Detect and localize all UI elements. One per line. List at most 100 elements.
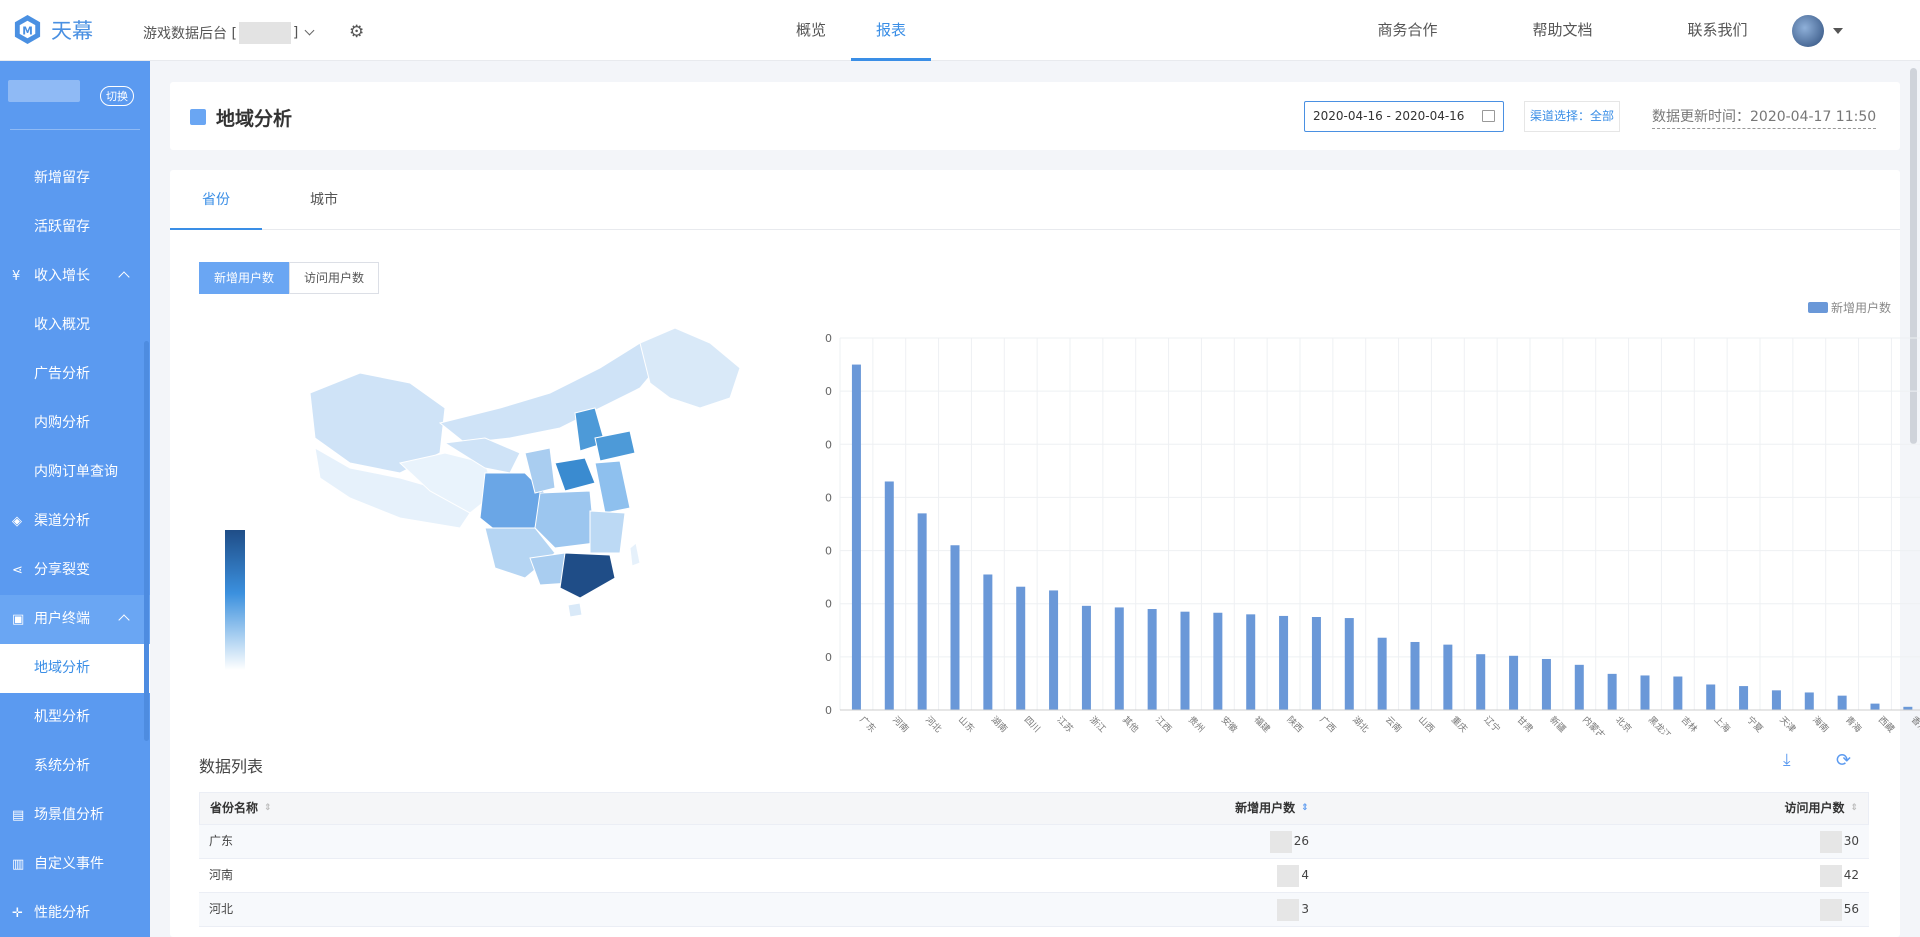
col-header-visits[interactable]: 访问用户数 ⇕ xyxy=(1309,793,1868,824)
sidebar-item-order-query[interactable]: 内购订单查询 xyxy=(0,448,150,497)
tab-city[interactable]: 城市 xyxy=(278,170,370,230)
bar-内蒙古[interactable] xyxy=(1574,664,1584,710)
bar-山东[interactable] xyxy=(950,545,960,710)
scene-icon: ▤ xyxy=(12,808,25,823)
table-row[interactable]: 河南 4 42 xyxy=(199,859,1869,893)
table-row[interactable]: 广东 26 30 xyxy=(199,825,1869,859)
sidebar-group-performance[interactable]: ✛ 性能分析 xyxy=(0,889,150,937)
sort-icon[interactable]: ⇕ xyxy=(1850,793,1858,824)
nav-tab-reports[interactable]: 报表 xyxy=(851,0,932,61)
china-map[interactable] xyxy=(270,313,820,663)
app-title-prefix: 游戏数据后台 [ xyxy=(143,26,237,42)
map-region-inner-mongolia xyxy=(438,342,666,444)
bar-其他[interactable] xyxy=(1114,607,1124,710)
bar-海南[interactable] xyxy=(1804,692,1814,710)
caret-down-icon[interactable] xyxy=(1833,28,1843,34)
nav-tab-overview[interactable]: 概览 xyxy=(771,0,851,61)
cell-value: 26 xyxy=(1293,834,1309,848)
bar-浙江[interactable] xyxy=(1081,605,1091,710)
bar-天津[interactable] xyxy=(1771,690,1781,710)
bar-重庆[interactable] xyxy=(1443,644,1453,710)
chevron-up-icon xyxy=(118,614,130,626)
bar-上海[interactable] xyxy=(1706,684,1716,710)
switch-button[interactable]: 切换 xyxy=(100,86,134,106)
date-range-picker[interactable]: 2020-04-16 - 2020-04-16 xyxy=(1304,101,1504,132)
sidebar-item-region[interactable]: 地域分析 xyxy=(0,644,150,693)
col-header-province[interactable]: 省份名称 ⇕ xyxy=(200,793,1249,824)
avatar[interactable] xyxy=(1792,15,1824,47)
cell-province: 河南 xyxy=(209,868,234,882)
link-contact[interactable]: 联系我们 xyxy=(1640,0,1795,61)
sort-icon[interactable]: ⇕ xyxy=(264,793,272,824)
bar-河南[interactable] xyxy=(884,481,894,710)
bar-四川[interactable] xyxy=(1016,586,1026,710)
map-visual-map-legend[interactable] xyxy=(225,530,245,670)
bar-广东[interactable] xyxy=(851,364,861,710)
table-row[interactable]: 河北 3 56 xyxy=(199,893,1869,927)
sort-icon[interactable]: ⇕ xyxy=(1301,793,1309,824)
tab-province[interactable]: 省份 xyxy=(170,170,262,230)
app-selector[interactable]: 游戏数据后台 [ ] xyxy=(143,22,315,44)
bar-安徽[interactable] xyxy=(1213,612,1223,710)
sidebar-item-label: 性能分析 xyxy=(34,905,90,921)
bar-chart[interactable]: 新增用户数 0 0 0 0 0 0 0 0 广东 河南 河北 山东 湖南 四川 江苏 浙江 其他 江西 贵州 安徽福… xyxy=(770,285,1920,735)
bar-甘肃[interactable] xyxy=(1509,655,1519,710)
gear-icon[interactable]: ⚙ xyxy=(349,22,364,42)
sidebar-item-label: 机型分析 xyxy=(34,709,90,725)
x-tick-label: 福建 xyxy=(1252,714,1273,735)
x-tick-label: 新疆 xyxy=(1547,714,1568,735)
sidebar-item-new-retention[interactable]: 新增留存 xyxy=(0,154,150,203)
sidebar-group-revenue[interactable]: ¥ 收入增长 xyxy=(0,252,150,301)
bar-山西[interactable] xyxy=(1410,641,1420,710)
bar-黑龙江[interactable] xyxy=(1640,675,1650,710)
bar-宁夏[interactable] xyxy=(1739,686,1749,710)
bar-西藏[interactable] xyxy=(1870,703,1880,710)
link-help-docs[interactable]: 帮助文档 xyxy=(1485,0,1640,61)
table-header: 省份名称 ⇕ 新增用户数 ⇕ 访问用户数 ⇕ xyxy=(199,792,1869,825)
bar-吉林[interactable] xyxy=(1673,676,1683,710)
sidebar-scrollbar[interactable] xyxy=(144,341,149,741)
sidebar-item-system[interactable]: 系统分析 xyxy=(0,742,150,791)
download-icon[interactable]: ⤓ xyxy=(1783,750,1791,770)
bar-北京[interactable] xyxy=(1607,673,1617,710)
page-header: 地域分析 2020-04-16 - 2020-04-16 渠道选择：全部 数据更… xyxy=(170,82,1900,150)
bar-云南[interactable] xyxy=(1377,637,1387,710)
sidebar-group-scene[interactable]: ▤ 场景值分析 xyxy=(0,791,150,840)
logo[interactable]: M 天幕 xyxy=(12,14,93,45)
bar-青海[interactable] xyxy=(1837,695,1847,710)
link-business[interactable]: 商务合作 xyxy=(1330,0,1485,61)
bar-河北[interactable] xyxy=(917,513,927,710)
bar-贵州[interactable] xyxy=(1180,611,1190,710)
bar-湖北[interactable] xyxy=(1344,618,1354,710)
x-tick-label: 山西 xyxy=(1416,714,1437,735)
sidebar-item-active-retention[interactable]: 活跃留存 xyxy=(0,203,150,252)
bar-江西[interactable] xyxy=(1147,609,1157,710)
sidebar-group-device[interactable]: ▣ 用户终端 xyxy=(0,595,150,644)
bar-福建[interactable] xyxy=(1246,614,1256,710)
sidebar-item-model[interactable]: 机型分析 xyxy=(0,693,150,742)
x-tick-label: 香港 xyxy=(1909,714,1920,735)
col-label: 新增用户数 xyxy=(1235,801,1296,815)
x-tick-label: 湖南 xyxy=(989,714,1010,735)
x-tick-label: 内蒙古 xyxy=(1580,714,1608,735)
sidebar-group-share[interactable]: ⋖ 分享裂变 xyxy=(0,546,150,595)
refresh-icon[interactable]: ⟳ xyxy=(1836,750,1851,771)
sidebar-group-custom-event[interactable]: ▥ 自定义事件 xyxy=(0,840,150,889)
sidebar-item-revenue-overview[interactable]: 收入概况 xyxy=(0,301,150,350)
channel-select[interactable]: 渠道选择：全部 xyxy=(1524,101,1620,132)
redacted-value xyxy=(1819,830,1842,853)
sidebar-item-ad-analysis[interactable]: 广告分析 xyxy=(0,350,150,399)
data-list-title: 数据列表 xyxy=(199,757,264,776)
metric-visits-button[interactable]: 访问用户数 xyxy=(289,262,380,294)
bar-新疆[interactable] xyxy=(1541,658,1551,710)
bar-陕西[interactable] xyxy=(1279,615,1289,710)
sidebar-group-channel[interactable]: ◈ 渠道分析 xyxy=(0,497,150,546)
bar-江苏[interactable] xyxy=(1049,590,1059,710)
metric-new-users-button[interactable]: 新增用户数 xyxy=(199,262,290,294)
sidebar-item-iap-analysis[interactable]: 内购分析 xyxy=(0,399,150,448)
col-header-new-users[interactable]: 新增用户数 ⇕ xyxy=(1179,793,1309,824)
bar-辽宁[interactable] xyxy=(1476,654,1486,710)
bar-湖南[interactable] xyxy=(983,574,993,710)
x-tick-label: 陕西 xyxy=(1284,714,1305,735)
bar-广西[interactable] xyxy=(1311,617,1321,710)
